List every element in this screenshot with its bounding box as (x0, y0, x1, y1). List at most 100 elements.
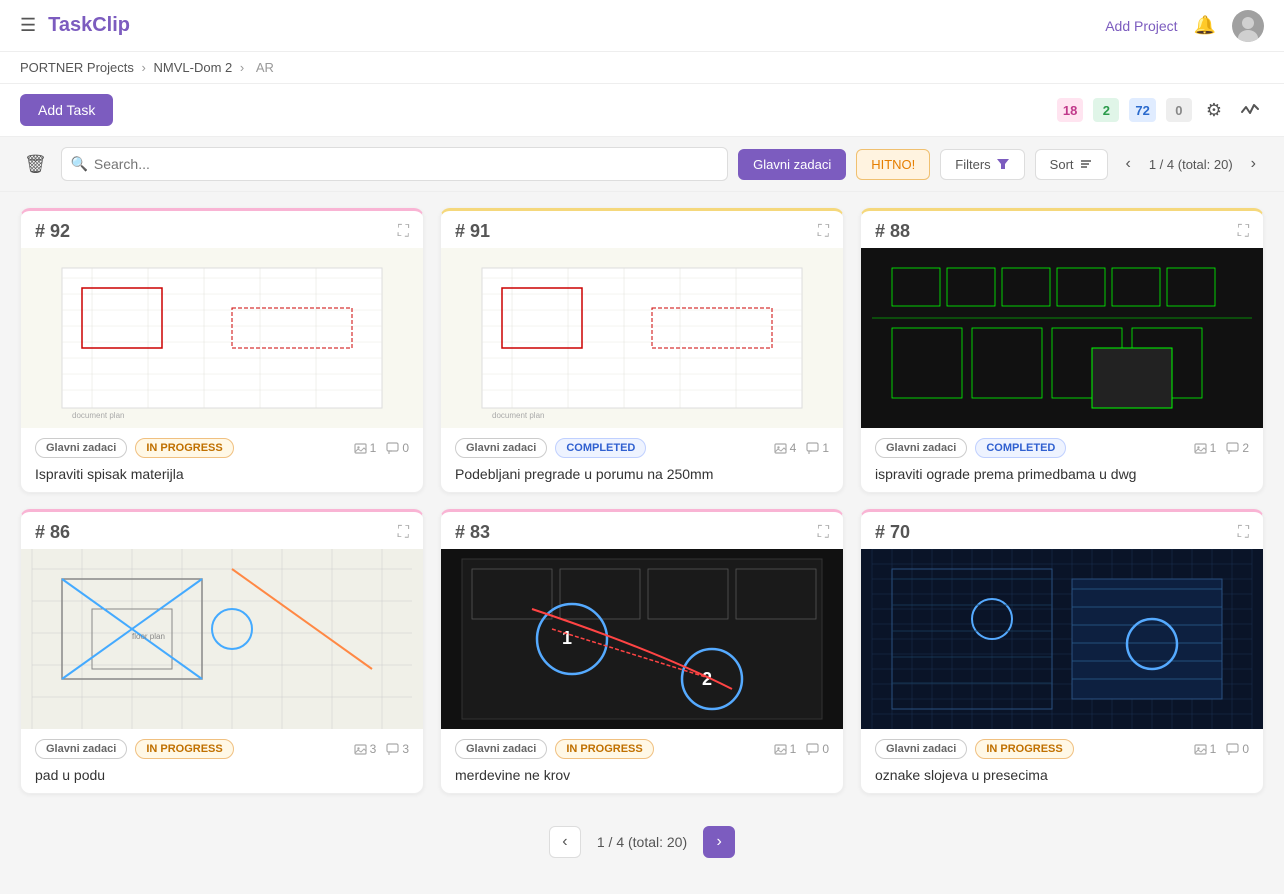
svg-text:1: 1 (562, 628, 572, 648)
image-count: 3 (354, 742, 377, 756)
task-card: # 88 ⛶ Glavni zadaci COMPLETED 1 (860, 208, 1264, 493)
main-tasks-filter[interactable]: Glavni zadaci (738, 149, 846, 180)
add-project-link[interactable]: Add Project (1105, 18, 1177, 34)
sort-button[interactable]: Sort (1035, 149, 1108, 180)
expand-icon[interactable]: ⛶ (818, 223, 829, 241)
card-footer: Glavni zadaci IN PROGRESS 1 0 Ispraviti … (21, 428, 423, 492)
expand-icon[interactable]: ⛶ (398, 524, 409, 542)
card-image: 1 2 (441, 549, 843, 729)
image-count: 1 (1194, 441, 1217, 455)
comment-count: 0 (1226, 742, 1249, 756)
card-id: # 88 (875, 221, 910, 242)
settings-button[interactable]: ⚙ (1202, 96, 1226, 125)
badge-blue: 72 (1129, 98, 1155, 122)
card-image: document plan (21, 248, 423, 428)
expand-icon[interactable]: ⛶ (398, 223, 409, 241)
card-title: pad u podu (35, 767, 409, 783)
card-footer: Glavni zadaci IN PROGRESS 3 3 pad u podu (21, 729, 423, 793)
card-header: # 88 ⛶ (861, 211, 1263, 248)
next-page-button[interactable]: › (1243, 151, 1264, 177)
top-nav: ☰ TaskClip Add Project 🔔 (0, 0, 1284, 52)
tag-main: Glavni zadaci (35, 438, 127, 458)
svg-text:floor plan: floor plan (132, 632, 165, 641)
svg-text:document plan: document plan (72, 411, 124, 420)
card-header: # 83 ⛶ (441, 512, 843, 549)
pagination-footer: ‹ 1 / 4 (total: 20) › (0, 810, 1284, 874)
pagination-info: 1 / 4 (total: 20) (1149, 157, 1233, 172)
toolbar: Add Task 18 2 72 0 ⚙ (0, 84, 1284, 137)
image-count: 1 (354, 441, 377, 455)
comment-count: 3 (386, 742, 409, 756)
tag-status: IN PROGRESS (135, 438, 233, 458)
tag-status: COMPLETED (555, 438, 646, 458)
tag-main: Glavni zadaci (455, 739, 547, 759)
image-count: 1 (1194, 742, 1217, 756)
breadcrumb-portner[interactable]: PORTNER Projects (20, 60, 134, 75)
urgent-filter[interactable]: HITNO! (856, 149, 930, 180)
task-card: # 86 ⛶ floor plan Glavni zadaci IN PROGR… (20, 509, 424, 794)
tag-main: Glavni zadaci (875, 739, 967, 759)
card-title: Podebljani pregrade u porumu na 250mm (455, 466, 829, 482)
search-icon: 🔍 (71, 156, 88, 173)
image-count: 1 (774, 742, 797, 756)
badge-pink: 18 (1057, 98, 1083, 122)
footer-pagination: 1 / 4 (total: 20) (597, 834, 687, 850)
card-image (861, 549, 1263, 729)
comment-count: 0 (806, 742, 829, 756)
card-header: # 91 ⛶ (441, 211, 843, 248)
footer-prev-button[interactable]: ‹ (549, 826, 581, 858)
breadcrumb: PORTNER Projects › NMVL-Dom 2 › AR (0, 52, 1284, 84)
card-title: ispraviti ograde prema primedbama u dwg (875, 466, 1249, 482)
card-header: # 86 ⛶ (21, 512, 423, 549)
comment-count: 2 (1226, 441, 1249, 455)
card-title: oznake slojeva u presecima (875, 767, 1249, 783)
task-card: # 91 ⛶ document plan Glavni zadaci COMPL… (440, 208, 844, 493)
expand-icon[interactable]: ⛶ (1238, 223, 1249, 241)
card-title: Ispraviti spisak materijla (35, 466, 409, 482)
trash-icon[interactable]: 🗑 (20, 150, 51, 179)
expand-icon[interactable]: ⛶ (818, 524, 829, 542)
tag-main: Glavni zadaci (35, 739, 127, 759)
activity-button[interactable] (1236, 96, 1264, 124)
search-input[interactable] (61, 147, 728, 181)
svg-text:document plan: document plan (492, 411, 544, 420)
card-id: # 86 (35, 522, 70, 543)
comment-count: 0 (386, 441, 409, 455)
breadcrumb-ar: AR (256, 60, 274, 75)
task-card: # 70 ⛶ Glavni zadaci IN PROGRESS (860, 509, 1264, 794)
card-footer: Glavni zadaci IN PROGRESS 1 0 merdevine … (441, 729, 843, 793)
card-id: # 70 (875, 522, 910, 543)
breadcrumb-nmvl[interactable]: NMVL-Dom 2 (154, 60, 233, 75)
card-id: # 83 (455, 522, 490, 543)
footer-next-button[interactable]: › (703, 826, 735, 858)
task-card: # 92 ⛶ document plan Glavni zadaci IN PR… (20, 208, 424, 493)
card-title: merdevine ne krov (455, 767, 829, 783)
card-header: # 70 ⛶ (861, 512, 1263, 549)
tag-main: Glavni zadaci (875, 438, 967, 458)
tag-status: IN PROGRESS (555, 739, 653, 759)
filter-bar: 🗑 🔍 Glavni zadaci HITNO! Filters Sort ‹ … (0, 137, 1284, 192)
avatar[interactable] (1232, 10, 1264, 42)
expand-icon[interactable]: ⛶ (1238, 524, 1249, 542)
comment-count: 1 (806, 441, 829, 455)
cards-grid: # 92 ⛶ document plan Glavni zadaci IN PR… (0, 192, 1284, 810)
prev-page-button[interactable]: ‹ (1118, 151, 1139, 177)
card-image: floor plan (21, 549, 423, 729)
badge-green: 2 (1093, 98, 1119, 122)
card-footer: Glavni zadaci COMPLETED 1 2 ispraviti og… (861, 428, 1263, 492)
tag-status: IN PROGRESS (135, 739, 233, 759)
menu-icon[interactable]: ☰ (20, 15, 36, 36)
card-image: document plan (441, 248, 843, 428)
tag-status: COMPLETED (975, 438, 1066, 458)
app-title: TaskClip (48, 14, 130, 37)
tag-status: IN PROGRESS (975, 739, 1073, 759)
card-image (861, 248, 1263, 428)
tag-main: Glavni zadaci (455, 438, 547, 458)
notification-icon[interactable]: 🔔 (1194, 15, 1216, 36)
card-footer: Glavni zadaci COMPLETED 4 1 Podebljani p… (441, 428, 843, 492)
task-card: # 83 ⛶ 1 2 Glavni zadaci IN PROGRESS (440, 509, 844, 794)
add-task-button[interactable]: Add Task (20, 94, 113, 126)
card-id: # 91 (455, 221, 490, 242)
filters-button[interactable]: Filters (940, 149, 1024, 180)
card-id: # 92 (35, 221, 70, 242)
